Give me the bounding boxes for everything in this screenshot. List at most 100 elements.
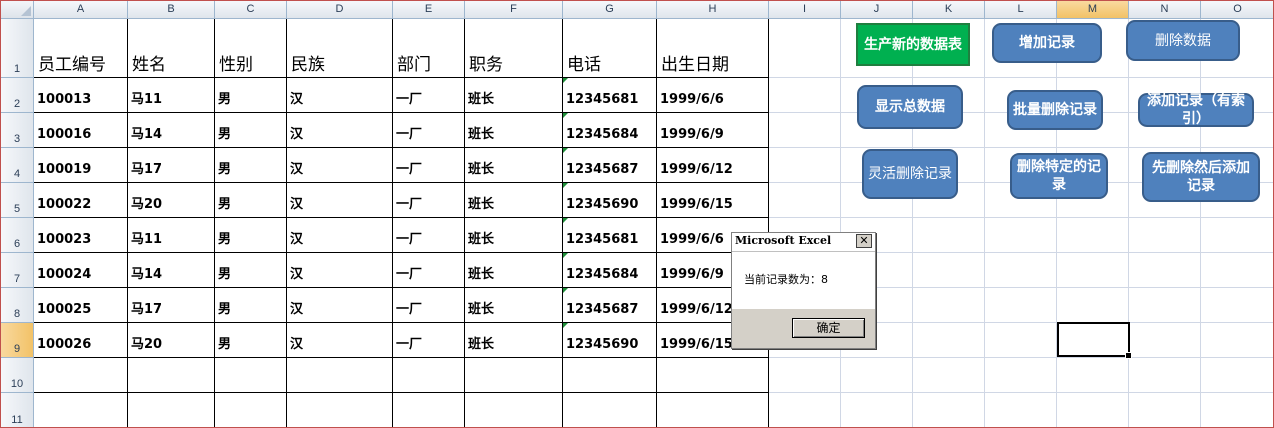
cell-g4[interactable]: 12345687 [563,148,657,183]
cell-c1[interactable]: 性别 [215,19,287,78]
fill-handle[interactable] [1125,352,1132,359]
flexible-delete-button[interactable]: 灵活删除记录 [862,149,958,199]
cell-i1[interactable] [769,19,841,78]
column-header-b[interactable]: B [128,1,215,19]
cell-l9[interactable] [985,323,1057,358]
cell-f8[interactable]: 班长 [465,288,563,323]
cell-m7[interactable] [1057,253,1129,288]
cell-c9[interactable]: 男 [215,323,287,358]
cell-a11[interactable] [34,393,128,427]
cell-n7[interactable] [1129,253,1201,288]
cell-d1[interactable]: 民族 [287,19,393,78]
cell-o10[interactable] [1201,358,1273,393]
batch-delete-button[interactable]: 批量删除记录 [1007,90,1103,130]
row-header-2[interactable]: 2 [1,78,34,113]
ok-button[interactable]: 确定 [792,318,865,338]
cell-f7[interactable]: 班长 [465,253,563,288]
cell-d4[interactable]: 汉 [287,148,393,183]
column-header-n[interactable]: N [1129,1,1201,19]
cell-d9[interactable]: 汉 [287,323,393,358]
cell-o8[interactable] [1201,288,1273,323]
cell-o7[interactable] [1201,253,1273,288]
cell-f2[interactable]: 班长 [465,78,563,113]
cell-b5[interactable]: 马20 [128,183,215,218]
cell-e1[interactable]: 部门 [393,19,465,78]
cell-e10[interactable] [393,358,465,393]
cell-d7[interactable]: 汉 [287,253,393,288]
cell-b3[interactable]: 马14 [128,113,215,148]
cell-a1[interactable]: 员工编号 [34,19,128,78]
cell-i2[interactable] [769,78,841,113]
select-all-corner[interactable] [1,1,34,19]
row-header-11[interactable]: 11 [1,393,34,427]
cell-g5[interactable]: 12345690 [563,183,657,218]
cell-o11[interactable] [1201,393,1273,427]
cell-b10[interactable] [128,358,215,393]
cell-l8[interactable] [985,288,1057,323]
cell-b6[interactable]: 马11 [128,218,215,253]
cell-i4[interactable] [769,148,841,183]
cell-e6[interactable]: 一厂 [393,218,465,253]
cell-h1[interactable]: 出生日期 [657,19,769,78]
cell-m11[interactable] [1057,393,1129,427]
cell-d3[interactable]: 汉 [287,113,393,148]
column-header-o[interactable]: O [1201,1,1273,19]
cell-e3[interactable]: 一厂 [393,113,465,148]
dialog-title-bar[interactable]: Microsoft Excel ✕ [732,233,875,252]
cell-g9[interactable]: 12345690 [563,323,657,358]
cell-o6[interactable] [1201,218,1273,253]
cell-h4[interactable]: 1999/6/12 [657,148,769,183]
cell-f4[interactable]: 班长 [465,148,563,183]
delete-then-add-button[interactable]: 先删除然后添加记录 [1142,152,1260,202]
cell-k10[interactable] [913,358,985,393]
cell-k6[interactable] [913,218,985,253]
cell-a4[interactable]: 100019 [34,148,128,183]
cell-h10[interactable] [657,358,769,393]
cell-n6[interactable] [1129,218,1201,253]
cell-b4[interactable]: 马17 [128,148,215,183]
cell-k8[interactable] [913,288,985,323]
cell-e4[interactable]: 一厂 [393,148,465,183]
cell-e7[interactable]: 一厂 [393,253,465,288]
row-header-7[interactable]: 7 [1,253,34,288]
cell-h3[interactable]: 1999/6/9 [657,113,769,148]
cell-c8[interactable]: 男 [215,288,287,323]
cell-c10[interactable] [215,358,287,393]
delete-specific-button[interactable]: 删除特定的记录 [1010,153,1108,199]
cell-f6[interactable]: 班长 [465,218,563,253]
cell-f9[interactable]: 班长 [465,323,563,358]
cell-e2[interactable]: 一厂 [393,78,465,113]
cell-a2[interactable]: 100013 [34,78,128,113]
cell-a5[interactable]: 100022 [34,183,128,218]
cell-j10[interactable] [841,358,913,393]
cell-k11[interactable] [913,393,985,427]
add-record-indexed-button[interactable]: 添加记录（有索引） [1138,93,1254,127]
cell-a8[interactable]: 100025 [34,288,128,323]
row-header-6[interactable]: 6 [1,218,34,253]
delete-data-button[interactable]: 删除数据 [1126,20,1240,61]
cell-e9[interactable]: 一厂 [393,323,465,358]
cell-i5[interactable] [769,183,841,218]
row-header-5[interactable]: 5 [1,183,34,218]
generate-new-table-button[interactable]: 生产新的数据表 [856,23,970,66]
cell-a3[interactable]: 100016 [34,113,128,148]
cell-a6[interactable]: 100023 [34,218,128,253]
cell-b8[interactable]: 马17 [128,288,215,323]
column-header-m[interactable]: M [1057,1,1129,19]
cell-o9[interactable] [1201,323,1273,358]
cell-g11[interactable] [563,393,657,427]
cell-g3[interactable]: 12345684 [563,113,657,148]
cell-m6[interactable] [1057,218,1129,253]
row-header-1[interactable]: 1 [1,19,34,78]
cell-b9[interactable]: 马20 [128,323,215,358]
cell-k9[interactable] [913,323,985,358]
column-header-d[interactable]: D [287,1,393,19]
cell-h5[interactable]: 1999/6/15 [657,183,769,218]
active-cell-selection[interactable] [1057,322,1132,359]
cell-m10[interactable] [1057,358,1129,393]
cell-f10[interactable] [465,358,563,393]
cell-b7[interactable]: 马14 [128,253,215,288]
column-header-h[interactable]: H [657,1,769,19]
cell-n10[interactable] [1129,358,1201,393]
cell-e8[interactable]: 一厂 [393,288,465,323]
